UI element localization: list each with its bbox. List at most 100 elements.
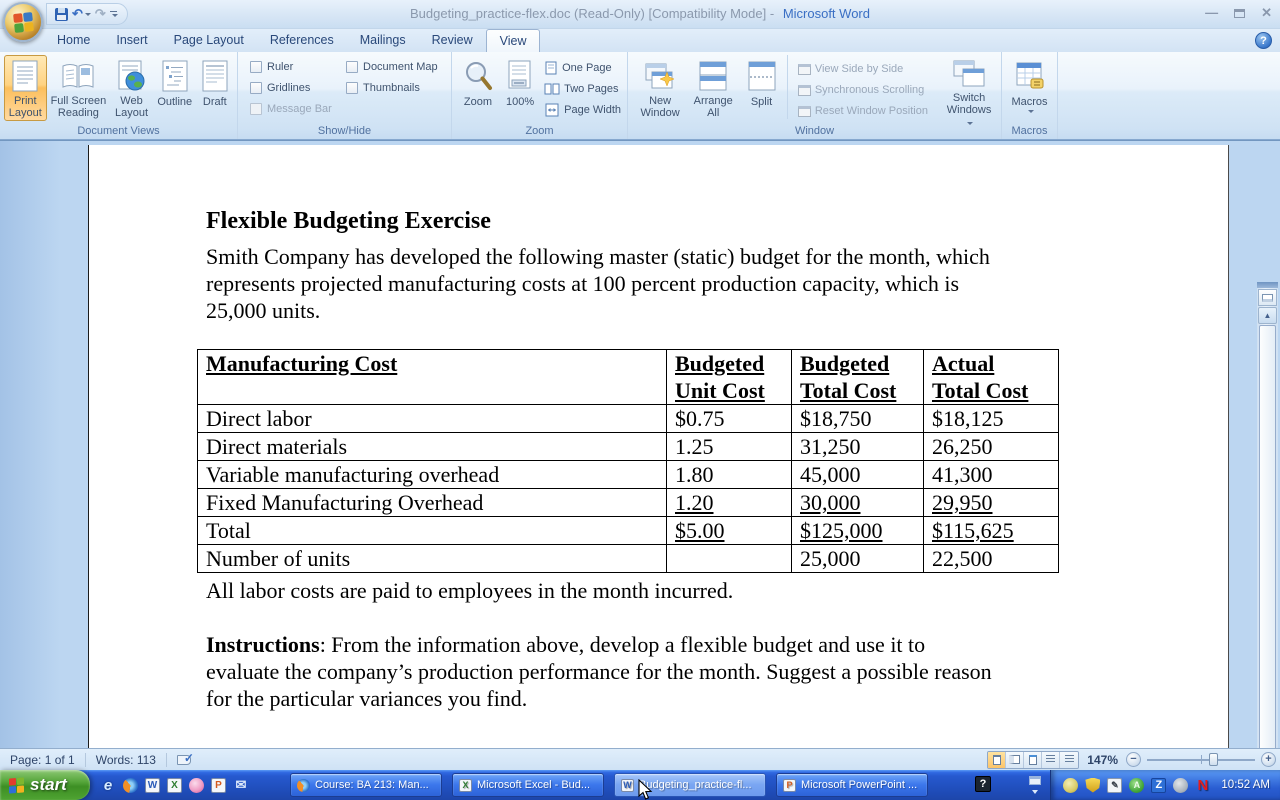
- chevron-down-icon: [112, 14, 118, 17]
- key-icon[interactable]: [189, 778, 204, 793]
- intro-line: 25,000 units.: [206, 297, 1228, 324]
- tab-mailings[interactable]: Mailings: [347, 29, 419, 52]
- arrange-all-icon: [698, 58, 728, 93]
- redo-button[interactable]: ↷: [95, 6, 106, 22]
- ruler-checkbox[interactable]: Ruler: [250, 61, 346, 73]
- undo-button[interactable]: ↶: [72, 6, 91, 22]
- document-map-checkbox[interactable]: Document Map: [346, 61, 438, 73]
- start-button[interactable]: start: [0, 770, 90, 800]
- messenger-icon[interactable]: [1063, 778, 1078, 793]
- cell: 1.25: [667, 433, 792, 461]
- zoom-button[interactable]: Zoom: [458, 55, 498, 121]
- document-page[interactable]: Flexible Budgeting Exercise Smith Compan…: [88, 145, 1229, 749]
- two-pages-button[interactable]: Two Pages: [542, 81, 623, 97]
- z-icon[interactable]: Z: [1151, 778, 1166, 793]
- tab-page-layout[interactable]: Page Layout: [161, 29, 257, 52]
- zoom-slider-track[interactable]: [1147, 752, 1255, 767]
- customize-qat-button[interactable]: [110, 11, 118, 17]
- full-screen-view-button[interactable]: [1006, 752, 1024, 768]
- outline-button[interactable]: Outline: [155, 55, 195, 121]
- taskbar-button-powerpoint[interactable]: P Microsoft PowerPoint ...: [776, 773, 928, 797]
- instructions-label: Instructions: [206, 632, 320, 657]
- spellcheck-status-icon[interactable]: ✓: [177, 753, 194, 767]
- word-icon[interactable]: W: [145, 778, 160, 793]
- split-icon: [747, 58, 777, 94]
- group-label-show-hide: Show/Hide: [238, 125, 451, 139]
- draft-view-button[interactable]: [1060, 752, 1078, 768]
- page-width-button[interactable]: Page Width: [542, 102, 623, 118]
- ie-icon[interactable]: e: [100, 777, 116, 793]
- tab-references[interactable]: References: [257, 29, 347, 52]
- one-page-button[interactable]: One Page: [542, 60, 623, 76]
- status-bar: Page: 1 of 1 Words: 113 ✓ 147% − +: [0, 748, 1280, 770]
- notes-icon[interactable]: ✎: [1107, 778, 1122, 793]
- group-label-window: Window: [628, 125, 1001, 139]
- draft-button[interactable]: Draft: [197, 55, 233, 121]
- norton-icon[interactable]: N: [1195, 778, 1210, 793]
- checkbox-icon: [250, 82, 262, 94]
- scroll-up-button[interactable]: ▲: [1258, 307, 1277, 324]
- document-body: Flexible Budgeting Exercise Smith Compan…: [89, 145, 1228, 712]
- volume-icon[interactable]: [1173, 778, 1188, 793]
- vertical-scrollbar[interactable]: ▲ ▼ ▲▲ ● ▼▼: [1257, 282, 1278, 800]
- one-page-icon: [544, 61, 558, 75]
- gridlines-checkbox[interactable]: Gridlines: [250, 82, 346, 94]
- hidden-icons-chevron[interactable]: [1028, 776, 1042, 794]
- save-button[interactable]: [55, 8, 68, 21]
- page-indicator[interactable]: Page: 1 of 1: [0, 753, 85, 767]
- switch-windows-button[interactable]: Switch Windows: [941, 55, 997, 121]
- help-button[interactable]: ?: [1255, 32, 1272, 49]
- split-button[interactable]: Split: [742, 55, 781, 121]
- macros-button[interactable]: Macros: [1006, 55, 1053, 121]
- new-window-button[interactable]: New Window: [636, 55, 684, 121]
- cell: 25,000: [792, 545, 924, 573]
- full-screen-reading-button[interactable]: Full Screen Reading: [49, 55, 109, 121]
- tab-home[interactable]: Home: [44, 29, 103, 52]
- web-layout-view-button[interactable]: [1024, 752, 1042, 768]
- word-count[interactable]: Words: 113: [86, 753, 166, 767]
- web-layout-button[interactable]: Web Layout: [110, 55, 153, 121]
- view-ruler-button[interactable]: [1258, 289, 1277, 306]
- intro-line: represents projected manufacturing costs…: [206, 270, 1228, 297]
- switch-windows-icon: [952, 58, 986, 90]
- outline-view-button[interactable]: [1042, 752, 1060, 768]
- taskbar-button-word-active[interactable]: W Budgeting_practice-fl...: [614, 773, 766, 797]
- restore-button[interactable]: [1234, 9, 1245, 18]
- zoom-100-button[interactable]: 100%: [501, 55, 539, 121]
- group-window: New Window Arrange All Split: [628, 52, 1002, 139]
- tab-view[interactable]: View: [486, 29, 541, 52]
- cell: $115,625: [924, 517, 1059, 545]
- cell: 22,500: [924, 545, 1059, 573]
- shield-icon[interactable]: [1085, 778, 1100, 793]
- cell: $125,000: [792, 517, 924, 545]
- outlook-icon[interactable]: ✉: [233, 777, 249, 793]
- print-layout-button[interactable]: Print Layout: [4, 55, 47, 121]
- table-row: Total $5.00 $125,000 $115,625: [198, 517, 1059, 545]
- zoom-slider-thumb[interactable]: [1209, 753, 1218, 766]
- tab-insert[interactable]: Insert: [103, 29, 160, 52]
- group-label-zoom: Zoom: [452, 125, 627, 139]
- print-layout-view-button[interactable]: [988, 752, 1006, 768]
- green-a-icon[interactable]: A: [1129, 778, 1144, 793]
- close-button[interactable]: ✕: [1261, 5, 1272, 21]
- split-handle[interactable]: [1257, 282, 1278, 288]
- group-zoom: Zoom 100% One Page Two Pages: [452, 52, 628, 139]
- zoom-in-button[interactable]: +: [1261, 752, 1276, 767]
- group-label-document-views: Document Views: [0, 125, 237, 139]
- zoom-level[interactable]: 147%: [1087, 753, 1118, 767]
- group-macros: Macros Macros: [1002, 52, 1058, 139]
- zoom-out-button[interactable]: −: [1126, 752, 1141, 767]
- scrollbar-track[interactable]: [1259, 325, 1276, 800]
- taskbar-button-firefox[interactable]: Course: BA 213: Man...: [290, 773, 442, 797]
- arrange-all-button[interactable]: Arrange All: [688, 55, 738, 121]
- excel-icon[interactable]: X: [167, 778, 182, 793]
- firefox-icon[interactable]: [123, 778, 138, 793]
- language-indicator-icon[interactable]: ?: [975, 776, 991, 792]
- tab-review[interactable]: Review: [419, 29, 486, 52]
- thumbnails-checkbox[interactable]: Thumbnails: [346, 82, 438, 94]
- minimize-button[interactable]: —: [1205, 5, 1218, 21]
- scrollbar-thumb[interactable]: [1259, 325, 1276, 799]
- powerpoint-icon[interactable]: P: [211, 778, 226, 793]
- taskbar-button-excel[interactable]: X Microsoft Excel - Bud...: [452, 773, 604, 797]
- office-button[interactable]: [3, 2, 43, 42]
